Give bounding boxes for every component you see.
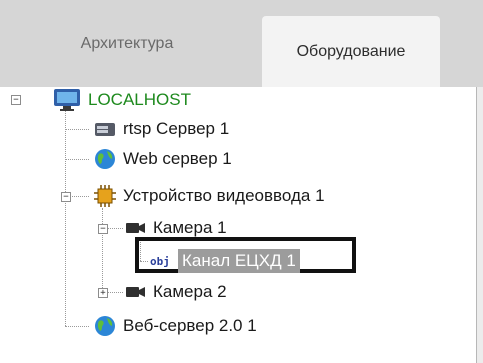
tree-node-web-server-2[interactable]: Веб-сервер 2.0 1 bbox=[93, 313, 257, 339]
tree-line bbox=[102, 208, 103, 292]
tree-node-label: Камера 1 bbox=[153, 218, 227, 237]
panel-edge bbox=[477, 87, 483, 363]
tree-line bbox=[65, 159, 89, 160]
camera-icon bbox=[125, 283, 147, 301]
monitor-icon bbox=[52, 88, 82, 112]
equipment-tree: − − − + LOCALHOST rtsp Сервер 1 Web серв… bbox=[0, 87, 476, 363]
collapse-toggle-camera1[interactable]: − bbox=[98, 224, 108, 234]
tree-line bbox=[107, 292, 123, 293]
tree-node-web-server[interactable]: Web сервер 1 bbox=[93, 146, 232, 172]
object-icon: obj bbox=[150, 254, 170, 268]
tree-line bbox=[107, 228, 123, 229]
tab-architecture[interactable]: Архитектура bbox=[24, 16, 230, 72]
equipment-tree-panel: − − − + LOCALHOST rtsp Сервер 1 Web серв… bbox=[0, 87, 477, 363]
tree-node-label: Веб-сервер 2.0 1 bbox=[123, 316, 257, 335]
tree-node-video-input-device[interactable]: Устройство видеоввода 1 bbox=[93, 183, 325, 209]
tree-node-rtsp-server[interactable]: rtsp Сервер 1 bbox=[93, 116, 229, 142]
chip-icon bbox=[93, 184, 117, 208]
globe-icon bbox=[93, 314, 117, 338]
tree-line bbox=[70, 196, 89, 197]
tree-node-localhost[interactable]: LOCALHOST bbox=[52, 87, 191, 113]
globe-icon bbox=[93, 147, 117, 171]
tree-node-label-selected: Канал ЕЦХД 1 bbox=[178, 249, 300, 273]
tree-node-label: rtsp Сервер 1 bbox=[123, 119, 230, 138]
tree-node-label: LOCALHOST bbox=[88, 90, 191, 109]
server-icon bbox=[93, 119, 117, 139]
tree-node-label: Устройство видеоввода 1 bbox=[123, 186, 325, 205]
expand-toggle-camera2[interactable]: + bbox=[98, 288, 108, 298]
tree-line bbox=[65, 326, 89, 327]
tree-node-channel-ecxd[interactable]: obj Канал ЕЦХД 1 bbox=[150, 248, 300, 274]
tree-line bbox=[65, 129, 89, 130]
tab-equipment[interactable]: Оборудование bbox=[262, 16, 440, 87]
collapse-toggle-device[interactable]: − bbox=[61, 192, 71, 202]
camera-icon bbox=[125, 219, 147, 237]
tree-node-label: Web сервер 1 bbox=[123, 149, 232, 168]
tab-bar: Архитектура Оборудование bbox=[0, 0, 483, 87]
tree-line bbox=[65, 108, 66, 326]
tree-node-label: Камера 2 bbox=[153, 282, 227, 301]
tree-node-camera-2[interactable]: Камера 2 bbox=[125, 279, 227, 305]
collapse-toggle-root[interactable]: − bbox=[11, 95, 21, 105]
